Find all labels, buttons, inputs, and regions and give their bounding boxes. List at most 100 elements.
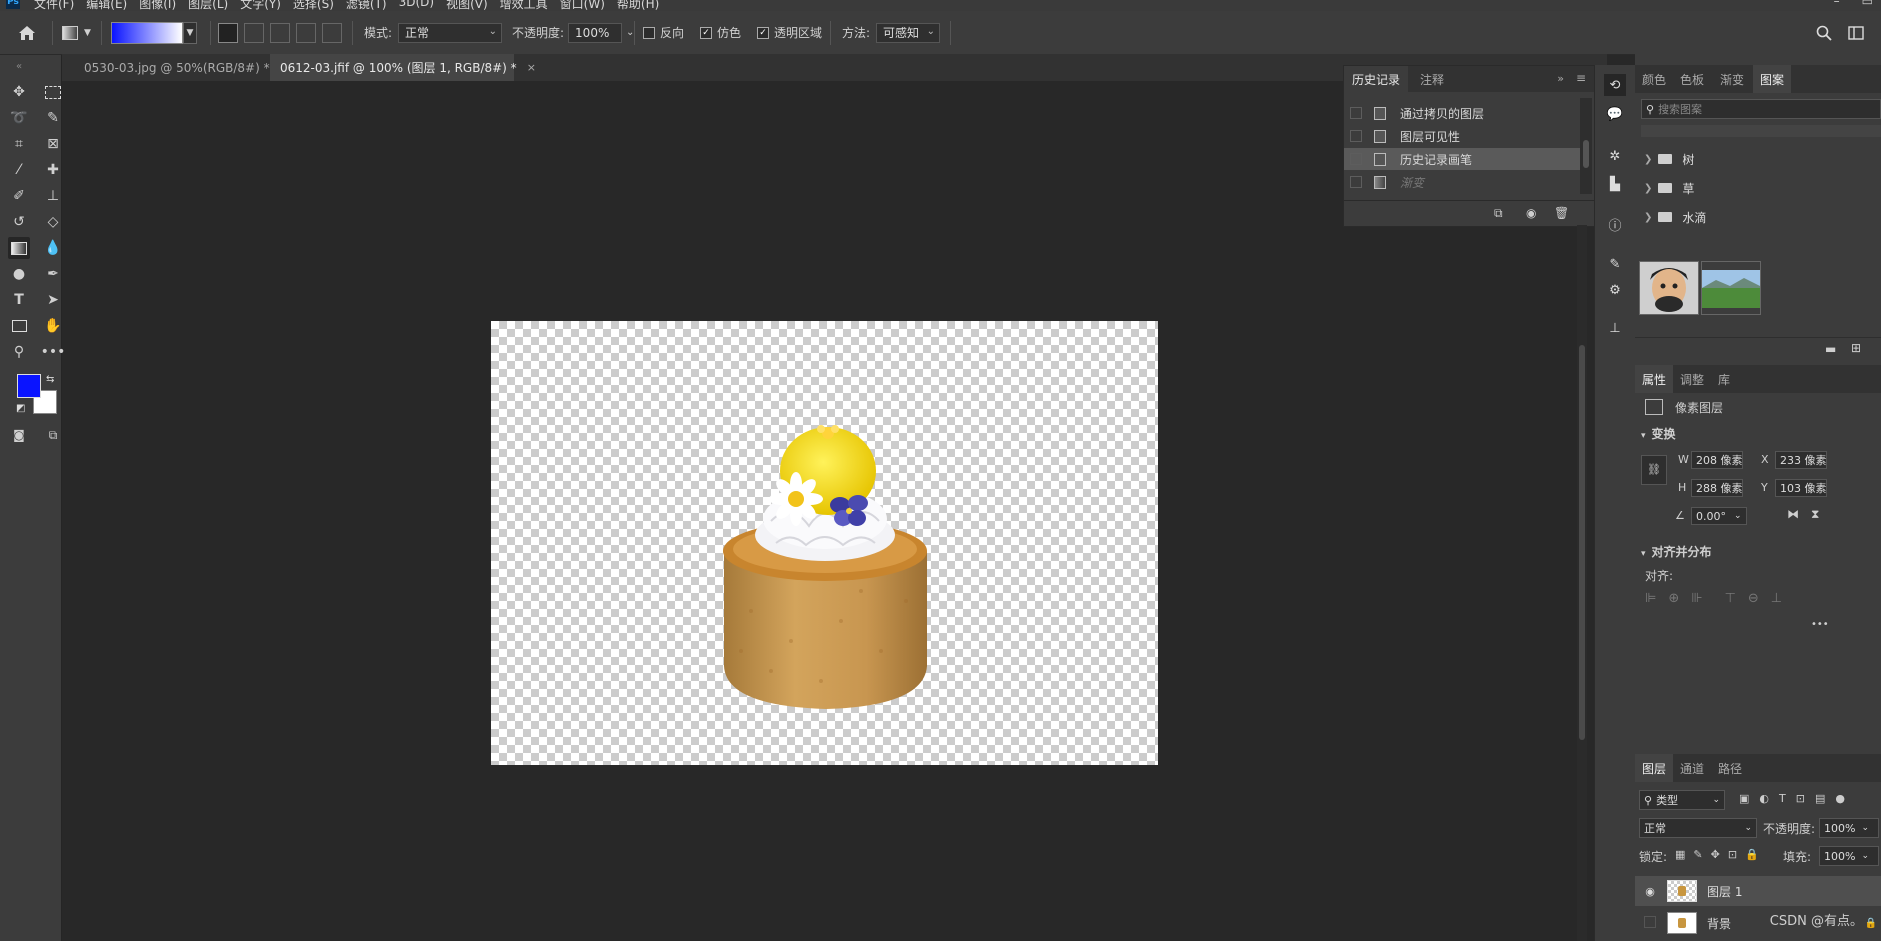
brush-settings-icon[interactable]: ✎ xyxy=(1604,253,1626,275)
menu-view[interactable]: 视图(V) xyxy=(446,0,488,11)
tab-gradients[interactable]: 渐变 xyxy=(1713,65,1751,93)
path-selection-tool-icon[interactable]: ➤ xyxy=(42,289,64,311)
angle-field[interactable]: 0.00° ⌄ xyxy=(1691,507,1747,525)
search-patterns-input[interactable]: ⚲ 搜索图案 xyxy=(1641,99,1881,119)
menu-3d[interactable]: 3D(D) xyxy=(399,0,434,11)
fill-input[interactable]: 100% ⌄ xyxy=(1819,846,1879,866)
blend-mode-select[interactable]: 正常 ⌄ xyxy=(1639,818,1757,838)
menu-filter[interactable]: 滤镜(T) xyxy=(346,0,387,11)
more-options-icon[interactable]: ••• xyxy=(1811,619,1829,630)
workspace-button[interactable] xyxy=(1848,11,1864,54)
align-center-h-icon[interactable]: ⊕ xyxy=(1668,591,1679,606)
align-right-icon[interactable]: ⊪ xyxy=(1691,591,1702,606)
linear-gradient-button[interactable] xyxy=(218,22,238,43)
dither-checkbox[interactable]: ✓ 仿色 xyxy=(700,11,741,54)
flip-vertical-icon[interactable]: ⧗ xyxy=(1811,507,1819,522)
tab-color[interactable]: 颜色 xyxy=(1635,65,1673,93)
frame-tool-icon[interactable]: ⊠ xyxy=(42,133,64,155)
menu-help[interactable]: 帮助(H) xyxy=(617,0,659,11)
trash-icon[interactable]: 🗑 xyxy=(1554,206,1569,220)
gradient-picker[interactable]: ▼ xyxy=(111,11,197,54)
screen-mode-icon[interactable]: ⧉ xyxy=(42,424,64,446)
link-dimensions-icon[interactable]: ⛓ xyxy=(1641,455,1667,485)
chevron-right-icon[interactable]: ❯ xyxy=(1644,212,1652,223)
home-button[interactable] xyxy=(18,11,36,54)
history-panel-icon[interactable]: ⟲ xyxy=(1604,74,1626,96)
default-colors-icon[interactable]: ◩ xyxy=(16,403,25,414)
pen-tool-icon[interactable]: ✒ xyxy=(42,263,64,285)
snapshot-camera-icon[interactable]: ◉ xyxy=(1526,206,1536,220)
history-item[interactable]: 渐变 xyxy=(1344,171,1580,193)
pixel-filter-icon[interactable]: ▣ xyxy=(1739,792,1749,805)
lock-all-icon[interactable]: 🔒 xyxy=(1745,848,1759,861)
reverse-checkbox[interactable]: 反向 xyxy=(643,11,684,54)
menu-image[interactable]: 图像(I) xyxy=(139,0,176,11)
tab-patterns[interactable]: 图案 xyxy=(1753,65,1792,93)
layer-opacity-input[interactable]: 100% ⌄ xyxy=(1819,818,1879,838)
blur-tool-icon[interactable]: 💧 xyxy=(42,237,64,259)
gradient-swatch[interactable] xyxy=(111,21,183,44)
adjustments-icon[interactable]: ⚙ xyxy=(1604,279,1626,301)
tab-adjustments[interactable]: 调整 xyxy=(1673,365,1711,393)
shape-filter-icon[interactable]: ⊡ xyxy=(1796,792,1805,805)
marquee-tool-icon[interactable] xyxy=(42,81,64,103)
history-scrollbar[interactable] xyxy=(1580,98,1592,194)
hand-tool-icon[interactable]: ✋ xyxy=(42,315,64,337)
filter-toggle-icon[interactable]: ● xyxy=(1835,792,1845,805)
foreground-color-swatch[interactable] xyxy=(17,374,41,398)
pattern-folder[interactable]: ❯ 水滴 xyxy=(1635,203,1881,231)
tab-history[interactable]: 历史记录 xyxy=(1344,66,1409,92)
eraser-tool-icon[interactable]: ◇ xyxy=(42,211,64,233)
history-item-selected[interactable]: 历史记录画笔 xyxy=(1344,148,1580,170)
minimize-icon[interactable]: – xyxy=(1834,0,1840,8)
angle-gradient-button[interactable] xyxy=(270,22,290,43)
width-field[interactable]: 208 像素 xyxy=(1691,451,1743,469)
gradient-tool-preset[interactable]: ▼ xyxy=(62,11,91,54)
menu-window[interactable]: 窗口(W) xyxy=(560,0,605,11)
pattern-folder[interactable]: ❯ 树 xyxy=(1635,145,1881,173)
y-field[interactable]: 103 像素 xyxy=(1775,479,1827,497)
more-tools-icon[interactable]: ••• xyxy=(41,341,66,363)
plugins-panel-icon[interactable]: ✲ xyxy=(1604,145,1626,167)
chevron-right-icon[interactable]: ❯ xyxy=(1644,154,1652,165)
layer-row-active[interactable]: ◉ 图层 1 xyxy=(1635,876,1881,906)
menu-plugins[interactable]: 增效工具 xyxy=(500,0,548,11)
crop-tool-icon[interactable]: ⌗ xyxy=(8,133,30,155)
brush-tool-icon[interactable]: ✐ xyxy=(8,185,30,207)
tab-channels[interactable]: 通道 xyxy=(1673,754,1711,782)
history-item[interactable]: 通过拷贝的图层 xyxy=(1344,102,1580,124)
search-button[interactable] xyxy=(1816,11,1832,54)
lock-transparent-icon[interactable]: ▦ xyxy=(1675,848,1685,861)
history-brush-source-checkbox[interactable] xyxy=(1350,153,1362,165)
clone-stamp-tool-icon[interactable]: ⊥ xyxy=(42,185,64,207)
align-middle-v-icon[interactable]: ⊖ xyxy=(1748,591,1759,606)
height-field[interactable]: 288 像素 xyxy=(1691,479,1743,497)
opacity-input[interactable]: 100% xyxy=(568,22,623,43)
comments-panel-icon[interactable]: 💬 xyxy=(1604,103,1626,125)
lock-position-icon[interactable]: ✥ xyxy=(1711,848,1720,861)
new-pattern-icon[interactable]: ⊞ xyxy=(1851,341,1861,355)
pattern-thumbnail-face[interactable] xyxy=(1639,261,1699,315)
method-select[interactable]: 可感知 ⌄ xyxy=(876,22,941,43)
pattern-thumbnail-landscape[interactable] xyxy=(1701,261,1761,315)
maximize-icon[interactable]: ▭ xyxy=(1862,0,1873,8)
pattern-folder[interactable]: ❯ 草 xyxy=(1635,174,1881,202)
layer-filter-select[interactable]: ⚲ 类型 ⌄ xyxy=(1639,790,1725,810)
histogram-panel-icon[interactable]: ▙ xyxy=(1604,173,1626,195)
type-filter-icon[interactable]: T xyxy=(1779,792,1786,805)
quick-mask-icon[interactable]: ◙ xyxy=(8,424,30,446)
quick-select-tool-icon[interactable]: ✎ xyxy=(42,107,64,129)
dodge-tool-icon[interactable]: ● xyxy=(8,263,30,285)
menu-select[interactable]: 选择(S) xyxy=(293,0,334,11)
new-group-folder-icon[interactable]: ▬ xyxy=(1825,342,1836,356)
eyedropper-tool-icon[interactable]: ⁄ xyxy=(8,159,30,181)
info-panel-icon[interactable]: ⓘ xyxy=(1604,213,1626,235)
transparency-checkbox[interactable]: ✓ 透明区域 xyxy=(757,11,822,54)
tab-properties[interactable]: 属性 xyxy=(1635,365,1674,393)
align-section-header[interactable]: ▾ 对齐并分布 xyxy=(1641,543,1712,560)
align-bottom-icon[interactable]: ⊥ xyxy=(1771,591,1782,606)
menu-edit[interactable]: 编辑(E) xyxy=(86,0,127,11)
canvas-scrollbar[interactable] xyxy=(1577,225,1587,941)
diamond-gradient-button[interactable] xyxy=(322,22,342,43)
align-top-icon[interactable]: ⊤ xyxy=(1725,591,1736,606)
